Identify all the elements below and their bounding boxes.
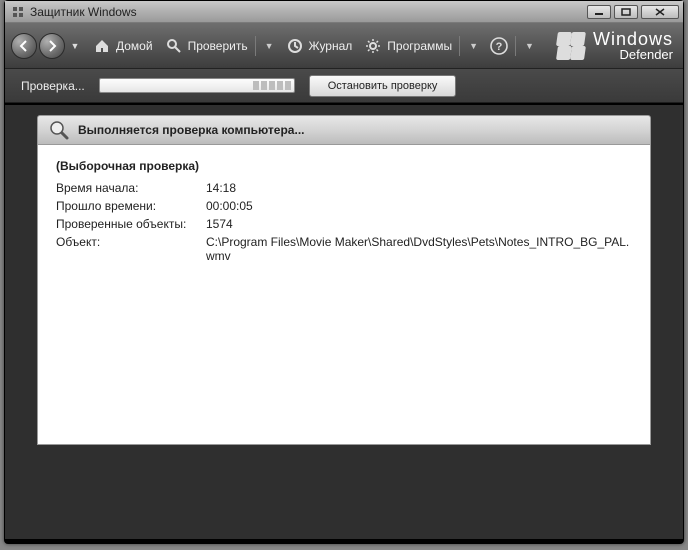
nav-history-dropdown[interactable]: ▼: [69, 41, 81, 51]
separator: [515, 36, 516, 56]
scan-banner-title: Выполняется проверка компьютера...: [78, 123, 304, 137]
forward-button[interactable]: [39, 33, 65, 59]
scan-banner: Выполняется проверка компьютера...: [37, 115, 651, 145]
windows-logo-icon: [557, 32, 585, 60]
row-scanned: Проверенные объекты: 1574: [56, 217, 632, 231]
scan-status-bar: Проверка... Остановить проверку: [5, 69, 683, 103]
brand: Windows Defender: [557, 30, 673, 61]
home-label: Домой: [116, 39, 153, 53]
stop-scan-button[interactable]: Остановить проверку: [309, 75, 457, 97]
scan-label: Проверить: [188, 39, 248, 53]
home-icon: [93, 37, 111, 55]
brand-line1: Windows: [593, 30, 673, 48]
scan-panel: (Выборочная проверка) Время начала: 14:1…: [37, 145, 651, 445]
history-label: Журнал: [309, 39, 353, 53]
row-elapsed: Прошло времени: 00:00:05: [56, 199, 632, 213]
programs-label: Программы: [387, 39, 452, 53]
row-object: Объект: C:\Program Files\Movie Maker\Sha…: [56, 235, 632, 263]
history-icon: [286, 37, 304, 55]
gear-icon: [364, 37, 382, 55]
help-button[interactable]: ? ▼: [484, 32, 540, 60]
app-icon: [11, 5, 25, 19]
maximize-button[interactable]: [614, 5, 638, 19]
row-start-time: Время начала: 14:18: [56, 181, 632, 195]
search-icon: [165, 37, 183, 55]
scan-dropdown-icon[interactable]: ▼: [265, 41, 274, 51]
programs-dropdown-icon[interactable]: ▼: [469, 41, 478, 51]
scanned-value: 1574: [206, 217, 632, 231]
separator: [459, 36, 460, 56]
help-icon: ?: [490, 37, 508, 55]
object-label: Объект:: [56, 235, 206, 263]
start-time-label: Время начала:: [56, 181, 206, 195]
object-value: C:\Program Files\Movie Maker\Shared\DvdS…: [206, 235, 632, 263]
programs-button[interactable]: Программы ▼: [358, 32, 484, 60]
svg-text:?: ?: [496, 41, 503, 53]
scan-status-label: Проверка...: [21, 79, 85, 93]
close-button[interactable]: [641, 5, 679, 19]
scan-button[interactable]: Проверить ▼: [159, 32, 280, 60]
start-time-value: 14:18: [206, 181, 632, 195]
nav-cluster: ▼: [11, 33, 87, 59]
scanned-label: Проверенные объекты:: [56, 217, 206, 231]
titlebar[interactable]: Защитник Windows: [5, 1, 683, 23]
magnifier-icon: [48, 119, 70, 141]
app-window: Защитник Windows ▼: [4, 0, 684, 544]
separator: [255, 36, 256, 56]
progress-bar: [99, 78, 295, 93]
back-button[interactable]: [11, 33, 37, 59]
help-dropdown-icon[interactable]: ▼: [525, 41, 534, 51]
home-button[interactable]: Домой: [87, 33, 159, 59]
elapsed-label: Прошло времени:: [56, 199, 206, 213]
brand-line2: Defender: [593, 48, 673, 61]
content-area: Выполняется проверка компьютера... (Выбо…: [5, 105, 683, 539]
scan-subtitle: (Выборочная проверка): [56, 159, 632, 173]
history-button[interactable]: Журнал: [280, 33, 359, 59]
toolbar: ▼ Домой Проверить ▼ Журнал: [5, 23, 683, 69]
window-title: Защитник Windows: [30, 5, 137, 19]
window-controls: [587, 5, 679, 19]
minimize-button[interactable]: [587, 5, 611, 19]
elapsed-value: 00:00:05: [206, 199, 632, 213]
